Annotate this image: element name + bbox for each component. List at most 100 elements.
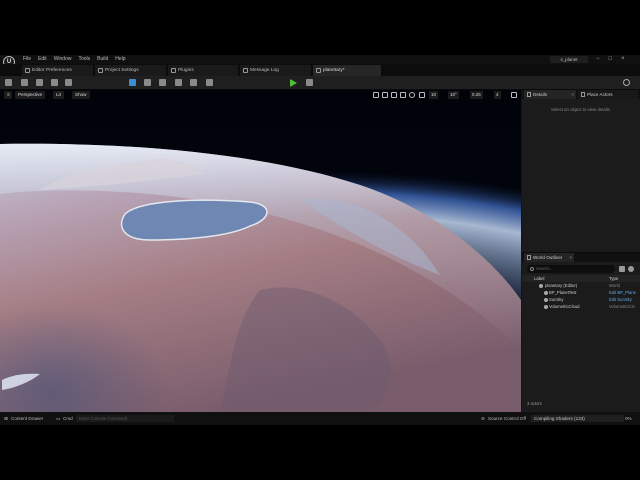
status-bar: ⊞ Content Drawer ▭ Cmd Enter Console Com… [0, 412, 640, 425]
level-icon [316, 68, 321, 73]
unreal-editor-window: U File Edit Window Tools Build Help s_pl… [0, 55, 640, 425]
row-label: planetary (Editor) [545, 283, 578, 288]
foliage-icon[interactable] [159, 79, 166, 86]
scale-icon[interactable] [400, 92, 406, 98]
row-label: SunSky [549, 297, 564, 302]
save-icon[interactable] [5, 79, 12, 86]
rotation-snap-value: 10° [450, 92, 457, 97]
progress-percent: 0% [625, 416, 632, 421]
preferences-icon [25, 68, 30, 73]
tab-plugins[interactable]: Plugins [168, 65, 239, 76]
row-type-link[interactable]: Edit BP_Plane [609, 290, 636, 296]
settings-gear-icon[interactable] [623, 79, 630, 86]
level-viewport[interactable]: ≡ Perspective Lit Show 10 10° 0.25 4 [0, 90, 521, 412]
play-icon[interactable] [290, 79, 297, 87]
perspective-button[interactable]: Perspective [15, 91, 46, 99]
document-tab-bar: Editor Preferences Project Settings Plug… [0, 64, 640, 76]
tab-label: Message Log [250, 68, 279, 73]
close-icon[interactable]: × [569, 253, 572, 262]
tab-message-log[interactable]: Message Log [240, 65, 312, 76]
platforms-icon[interactable] [306, 79, 313, 86]
scale-snap-value: 0.25 [472, 92, 481, 97]
plugin-icon [171, 68, 176, 73]
cloud-icon [544, 305, 548, 309]
tab-world-outliner[interactable]: World Outliner × [524, 253, 574, 262]
grid-snap-value: 10 [431, 92, 437, 97]
settings-icon[interactable] [628, 266, 634, 272]
cinematics-icon[interactable] [65, 79, 72, 86]
row-type: VolumetricClo [609, 304, 635, 309]
grid-snap[interactable]: 10 [429, 91, 439, 99]
outliner-search-input[interactable]: Search... [527, 265, 615, 273]
menu-help[interactable]: Help [115, 56, 125, 63]
row-type-link[interactable]: Edit SunSky [609, 297, 632, 303]
close-icon[interactable]: × [571, 90, 574, 99]
tab-planetary[interactable]: planetary* [313, 65, 382, 76]
add-filter-icon[interactable] [619, 266, 625, 272]
rotate-icon[interactable] [391, 92, 397, 98]
tab-label: Project Settings [105, 68, 139, 73]
log-icon [243, 68, 248, 73]
menu-tools[interactable]: Tools [78, 56, 90, 63]
outliner-row[interactable]: SunSky Edit SunSky [522, 297, 640, 303]
mesh-paint-icon[interactable] [175, 79, 182, 86]
cmd-label[interactable]: Cmd [63, 414, 73, 423]
menu-edit[interactable]: Edit [38, 56, 47, 63]
add-actor-icon[interactable] [129, 79, 136, 86]
landscape-icon[interactable] [144, 79, 151, 86]
source-control-button[interactable]: Source Control Off [488, 414, 526, 423]
source-control-icon: ⊘ [481, 416, 485, 421]
menu-window[interactable]: Window [54, 56, 72, 63]
col-type[interactable]: Type [609, 275, 618, 282]
content-drawer-icon[interactable]: ⊞ [4, 414, 8, 423]
camera-speed[interactable]: 4 [494, 91, 501, 99]
modeling-icon[interactable] [206, 79, 213, 86]
maximize-icon[interactable]: □ [609, 56, 613, 63]
camera-speed-value: 4 [496, 92, 499, 97]
outliner-row[interactable]: BP_PlanetTest Edit BP_Plane [522, 290, 640, 296]
show-button[interactable]: Show [72, 91, 90, 99]
minimize-icon[interactable]: − [596, 56, 600, 63]
rotation-snap[interactable]: 10° [448, 91, 459, 99]
blueprint-icon[interactable] [51, 79, 58, 86]
tab-details[interactable]: Details × [524, 90, 576, 99]
world-icon [539, 284, 543, 288]
console-command-input[interactable]: Enter Console Command [76, 415, 174, 422]
actor-icon [544, 298, 548, 302]
details-tab-bar: Details × Place Actors [522, 90, 640, 99]
col-label[interactable]: Label [534, 275, 545, 282]
outliner-tab-label: World Outliner [533, 255, 563, 260]
tab-label: Plugins [178, 68, 194, 73]
surface-snap-icon[interactable] [419, 92, 425, 98]
row-label: BP_PlanetTest [549, 290, 577, 295]
project-name: s_planet [550, 56, 588, 63]
outliner-row[interactable]: planetary (Editor) World [522, 283, 640, 289]
perspective-label: Perspective [18, 92, 43, 97]
maximize-viewport-icon[interactable] [511, 92, 517, 98]
tab-editor-preferences[interactable]: Editor Preferences [22, 65, 94, 76]
close-icon[interactable]: × [621, 56, 625, 63]
tab-place-actors[interactable]: Place Actors [578, 90, 638, 99]
lit-button[interactable]: Lit [53, 91, 64, 99]
content-icon[interactable] [36, 79, 43, 86]
fracture-icon[interactable] [190, 79, 197, 86]
outliner-row[interactable]: VolumetricCloud VolumetricClo [522, 304, 640, 310]
row-type: World [609, 283, 620, 288]
select-mode-icon[interactable] [373, 92, 379, 98]
translate-icon[interactable] [382, 92, 388, 98]
row-label: VolumetricCloud [549, 304, 580, 309]
settings-icon [98, 68, 103, 73]
lit-label: Lit [56, 92, 61, 97]
world-local-icon[interactable] [409, 92, 415, 98]
details-tab-label: Details [533, 92, 548, 97]
scale-snap[interactable]: 0.25 [470, 91, 483, 99]
place-actors-tab-label: Place Actors [587, 92, 613, 97]
menu-file[interactable]: File [23, 56, 31, 63]
tab-project-settings[interactable]: Project Settings [95, 65, 167, 76]
main-toolbar [0, 76, 640, 90]
content-drawer-button[interactable]: Content Drawer [11, 414, 43, 423]
place-actors-icon [581, 92, 585, 97]
mode-select-icon[interactable] [21, 79, 28, 86]
viewport-options-icon[interactable]: ≡ [4, 91, 12, 99]
menu-build[interactable]: Build [97, 56, 108, 63]
